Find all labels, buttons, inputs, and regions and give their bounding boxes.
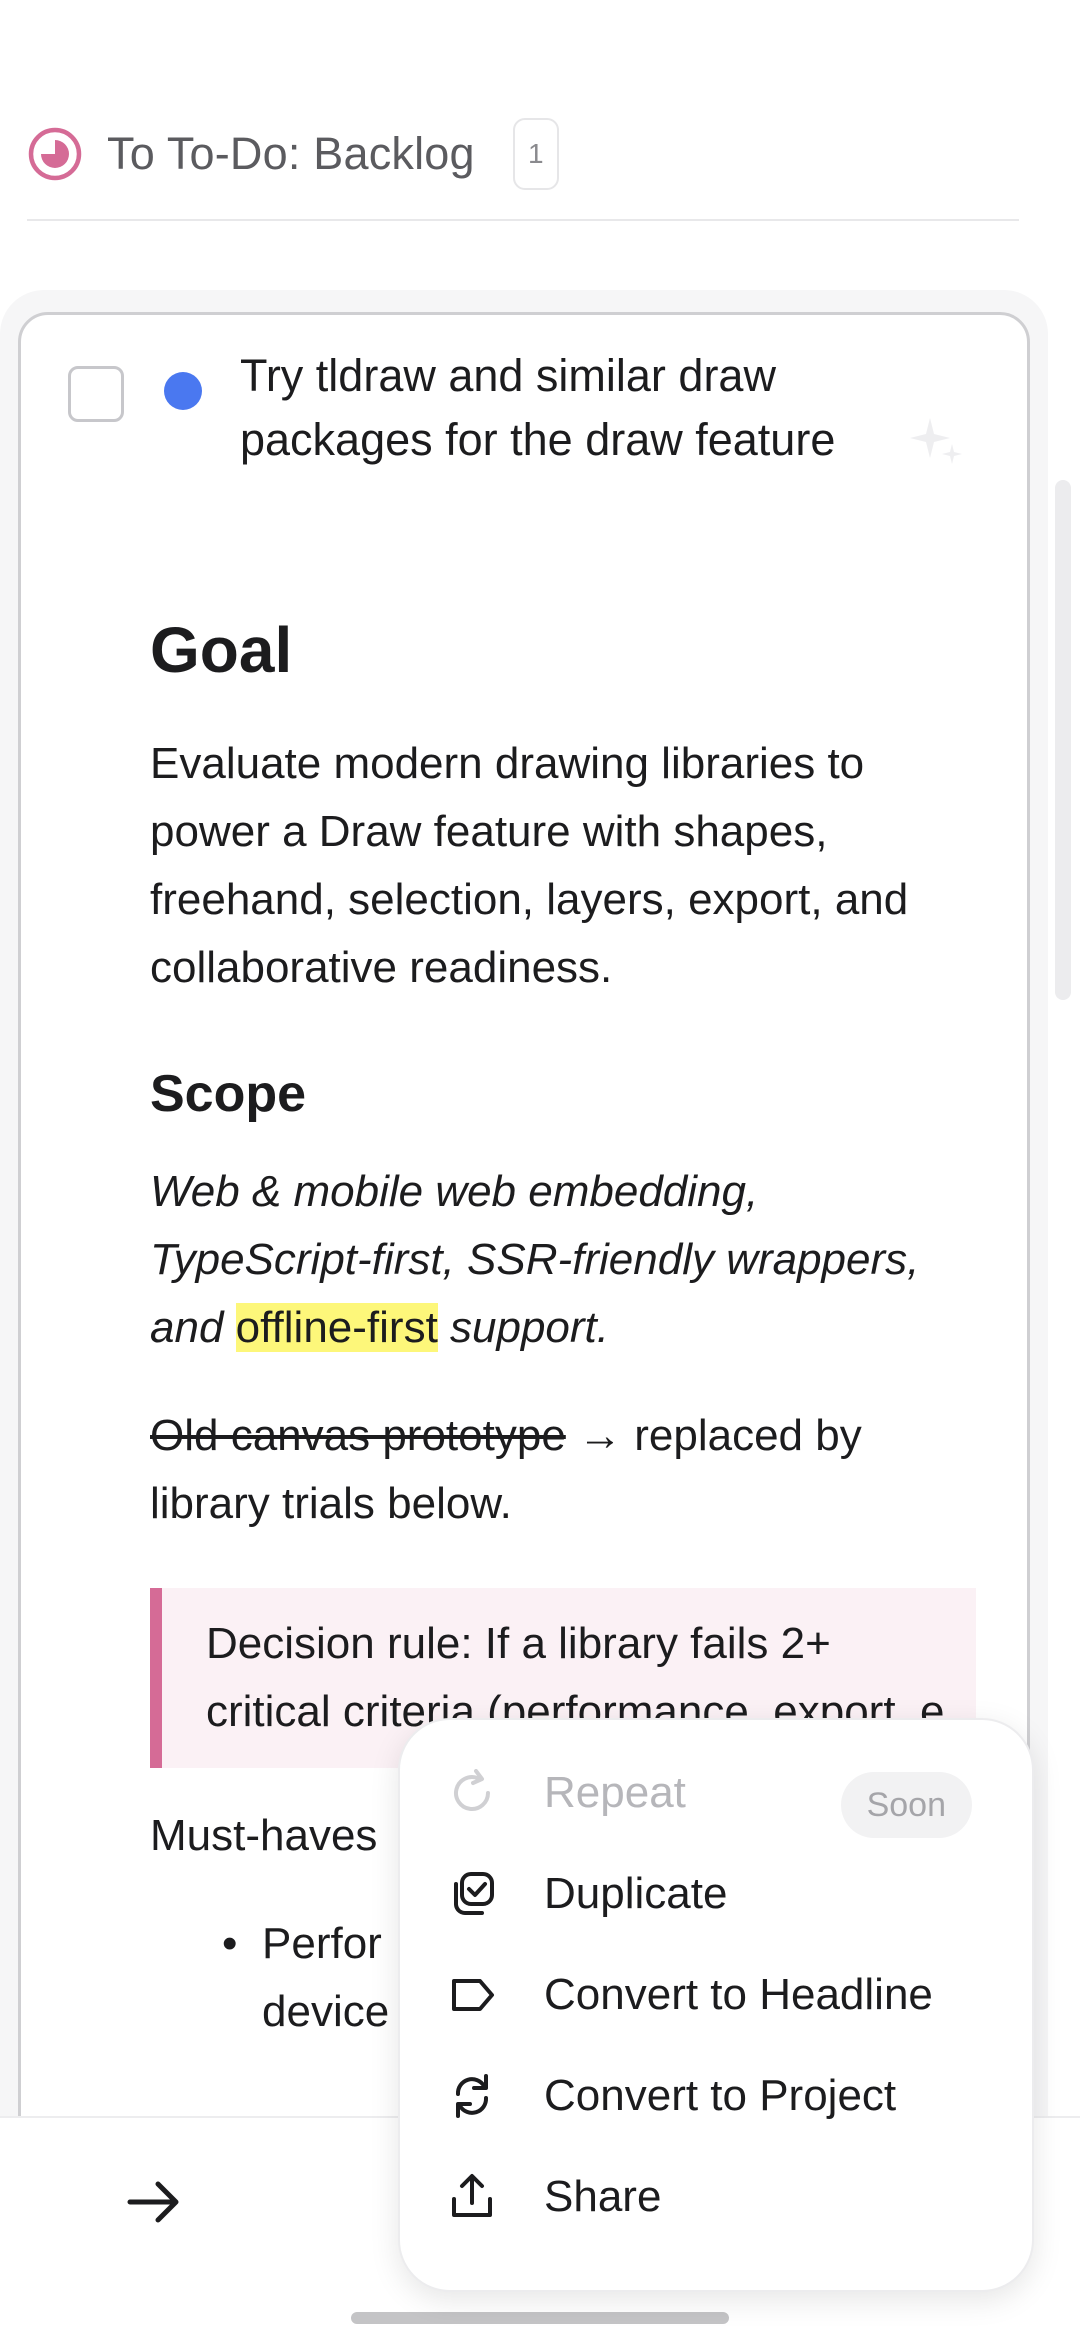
scope-text: Web & mobile web embedding, TypeScript-f… [150,1158,980,1362]
menu-item-repeat[interactable]: Repeat Soon [400,1742,1032,1843]
header: To To-Do: Backlog 1 [27,118,559,190]
context-menu: Repeat Soon Duplicate Convert to Headlin… [398,1718,1034,2292]
share-icon [452,2173,492,2217]
goal-heading: Goal [150,614,293,686]
list-title[interactable]: To To-Do: Backlog [107,128,475,180]
header-divider [27,219,1019,221]
todo-title[interactable]: Try tldraw and similar draw packages for… [240,344,880,472]
highlighted-text: offline-first [235,1303,438,1352]
convert-project-icon [456,2073,488,2118]
repeat-icon [454,1768,490,1811]
menu-item-label: Convert to Project [544,2070,897,2120]
home-indicator[interactable] [351,2312,729,2324]
scope-text-part2: support. [437,1303,610,1352]
todo-row [68,366,202,422]
menu-item-label: Duplicate [544,1868,728,1918]
menu-item-label: Share [544,2171,662,2221]
menu-item-share[interactable]: Share [400,2146,1032,2247]
menu-item-label: Repeat [544,1767,686,1817]
tag-icon [452,1978,494,2011]
soon-badge: Soon [840,1772,972,1838]
arrow-right-icon[interactable] [126,2178,182,2226]
todo-checkbox[interactable] [68,366,124,422]
bullet-text: Perfor device [262,1919,390,2036]
scrollbar[interactable] [1055,480,1071,1000]
bullet-icon: • [222,1919,238,1968]
sparkle-icon[interactable] [906,412,966,472]
menu-item-convert-project[interactable]: Convert to Project [400,2045,1032,2146]
priority-dot [164,372,202,410]
goal-text: Evaluate modern drawing libraries to pow… [150,739,909,992]
scope-heading: Scope [150,1065,307,1123]
strike-paragraph: Old canvas prototype → replaced by libra… [150,1402,980,1538]
menu-item-label: Convert to Headline [544,1969,933,2019]
area-pie-icon[interactable] [27,126,83,182]
menu-item-convert-headline[interactable]: Convert to Headline [400,1944,1032,2045]
duplicate-icon [454,1871,494,1915]
strikethrough-text: Old canvas prototype [150,1411,566,1460]
count-badge: 1 [512,118,559,190]
menu-item-duplicate[interactable]: Duplicate [400,1843,1032,1944]
